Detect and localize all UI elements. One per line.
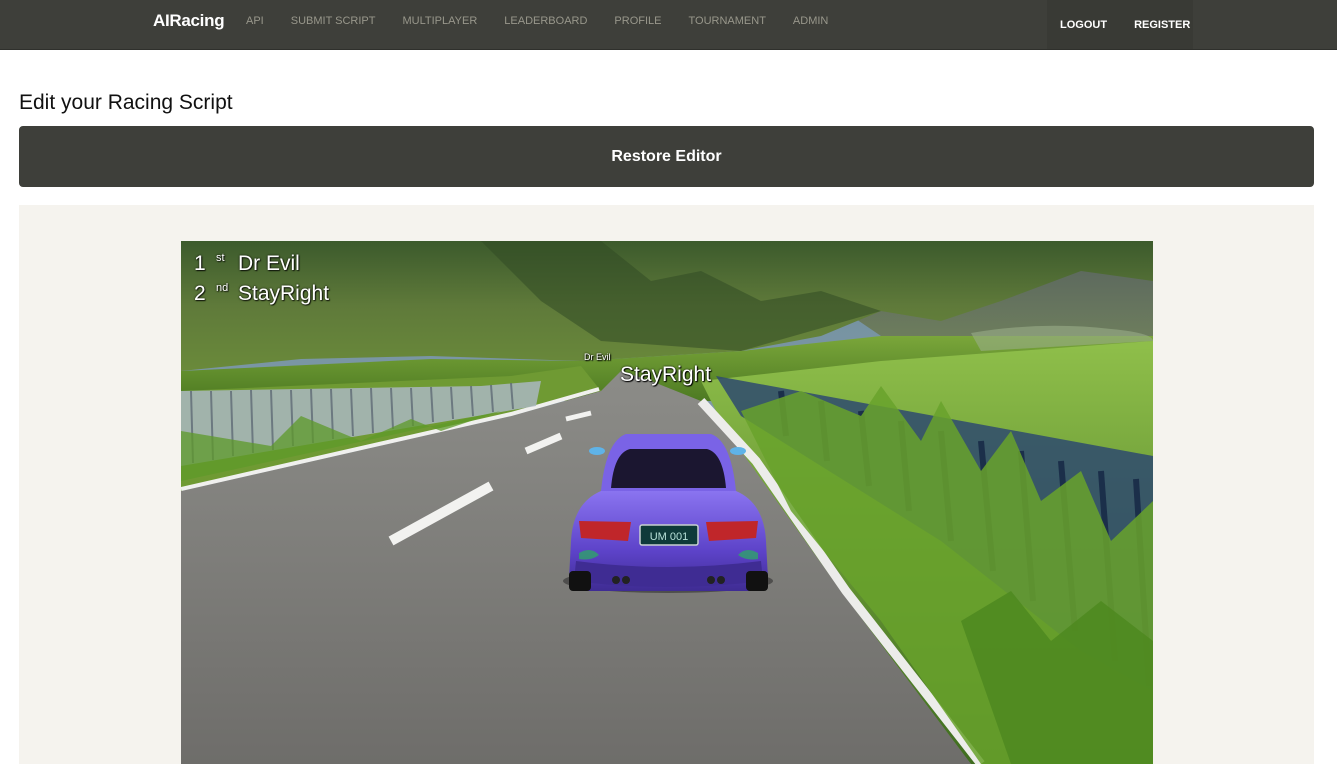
standing-row: 2 nd StayRight: [194, 282, 329, 306]
nav-link-multiplayer[interactable]: MULTIPLAYER: [403, 16, 478, 27]
nav-link-logout[interactable]: LOGOUT: [1060, 19, 1107, 31]
standing-suffix: nd: [216, 282, 229, 294]
standing-name: StayRight: [238, 282, 330, 305]
game-container: UM 001 1 st Dr Evil 2 nd StayRight Dr Ev…: [19, 205, 1314, 764]
license-plate: UM 001: [650, 531, 689, 543]
restore-editor-button[interactable]: Restore Editor: [19, 126, 1314, 187]
nav-link-profile[interactable]: PROFILE: [614, 16, 661, 27]
account-nav: LOGOUT REGISTER: [1047, 0, 1193, 49]
standing-position: 2: [194, 282, 206, 305]
nav-link-leaderboard[interactable]: LEADERBOARD: [504, 16, 587, 27]
nav-link-api[interactable]: API: [246, 16, 264, 27]
top-navbar: AIRacing API SUBMIT SCRIPT MULTIPLAYER L…: [0, 0, 1337, 50]
main-nav: API SUBMIT SCRIPT MULTIPLAYER LEADERBOAR…: [246, 16, 855, 27]
standing-position: 1: [194, 252, 206, 275]
standing-suffix: st: [216, 252, 225, 264]
nav-link-admin[interactable]: ADMIN: [793, 16, 828, 27]
nav-link-submit-script[interactable]: SUBMIT SCRIPT: [291, 16, 376, 27]
standing-row: 1 st Dr Evil: [194, 252, 300, 276]
player-car-label: StayRight: [620, 363, 712, 386]
game-canvas[interactable]: UM 001 1 st Dr Evil 2 nd StayRight Dr Ev…: [181, 241, 1153, 764]
opponent-car-label: Dr Evil: [584, 352, 611, 362]
brand-logo-link[interactable]: AIRacing: [153, 11, 225, 31]
page-title: Edit your Racing Script: [19, 91, 233, 114]
nav-link-tournament[interactable]: TOURNAMENT: [689, 16, 766, 27]
race-standings: 1 st Dr Evil 2 nd StayRight: [181, 241, 481, 321]
standing-name: Dr Evil: [238, 252, 300, 275]
nav-link-register[interactable]: REGISTER: [1134, 19, 1190, 31]
